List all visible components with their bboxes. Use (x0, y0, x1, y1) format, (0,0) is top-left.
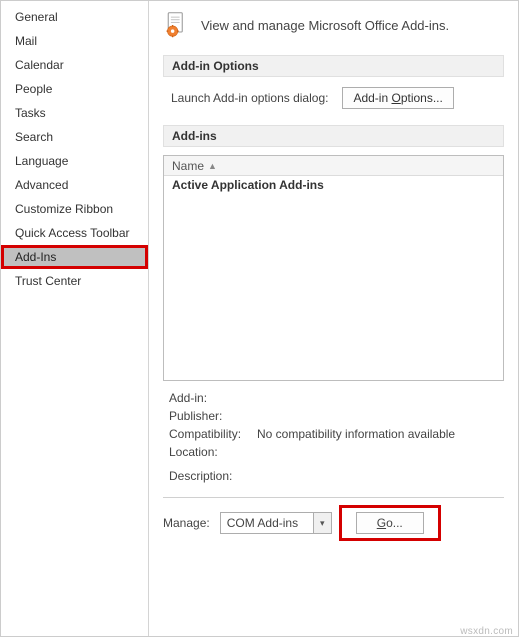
detail-publisher-label: Publisher: (169, 407, 251, 425)
sidebar-item-quick-access-toolbar[interactable]: Quick Access Toolbar (1, 221, 148, 245)
addins-list-header[interactable]: Name ▲ (164, 156, 503, 176)
addin-options-button[interactable]: Add-in Options... (342, 87, 453, 109)
column-name-header: Name (172, 159, 204, 173)
sidebar-item-calendar[interactable]: Calendar (1, 53, 148, 77)
page-title: View and manage Microsoft Office Add-ins… (201, 18, 449, 33)
sidebar-item-language[interactable]: Language (1, 149, 148, 173)
sidebar-item-people[interactable]: People (1, 77, 148, 101)
sidebar-item-general[interactable]: General (1, 5, 148, 29)
detail-compat-value: No compatibility information available (257, 425, 455, 443)
sidebar-item-search[interactable]: Search (1, 125, 148, 149)
sort-asc-icon: ▲ (208, 161, 217, 171)
manage-bar: Manage: COM Add-ins ▾ Go... (163, 497, 504, 538)
addins-list: Name ▲ Active Application Add-ins (163, 155, 504, 381)
manage-label: Manage: (163, 516, 210, 530)
section-addins: Add-ins (163, 125, 504, 147)
sidebar-item-mail[interactable]: Mail (1, 29, 148, 53)
detail-description-label: Description: (169, 467, 251, 485)
header-row: View and manage Microsoft Office Add-ins… (163, 11, 504, 39)
main-panel: View and manage Microsoft Office Add-ins… (149, 1, 518, 636)
launch-label: Launch Add-in options dialog: (171, 91, 328, 105)
go-button[interactable]: Go... (356, 512, 424, 534)
manage-select-value: COM Add-ins (221, 514, 313, 532)
sidebar-item-tasks[interactable]: Tasks (1, 101, 148, 125)
addin-details: Add-in: Publisher: Compatibility: No com… (163, 387, 504, 491)
detail-addin-label: Add-in: (169, 389, 251, 407)
page-document-gear-icon (163, 11, 191, 39)
addins-group-active: Active Application Add-ins (164, 176, 503, 194)
launch-row: Launch Add-in options dialog: Add-in Opt… (163, 85, 504, 121)
sidebar-item-trust-center[interactable]: Trust Center (1, 269, 148, 293)
sidebar-item-customize-ribbon[interactable]: Customize Ribbon (1, 197, 148, 221)
detail-compat-label: Compatibility: (169, 425, 251, 443)
chevron-down-icon: ▾ (313, 513, 331, 533)
addins-list-body[interactable]: Active Application Add-ins (164, 176, 503, 380)
sidebar-item-advanced[interactable]: Advanced (1, 173, 148, 197)
go-button-highlight: Go... (342, 508, 438, 538)
detail-location-label: Location: (169, 443, 251, 461)
section-addin-options: Add-in Options (163, 55, 504, 77)
sidebar-nav: General Mail Calendar People Tasks Searc… (1, 1, 149, 636)
manage-select[interactable]: COM Add-ins ▾ (220, 512, 332, 534)
sidebar-item-add-ins[interactable]: Add-Ins (1, 245, 148, 269)
